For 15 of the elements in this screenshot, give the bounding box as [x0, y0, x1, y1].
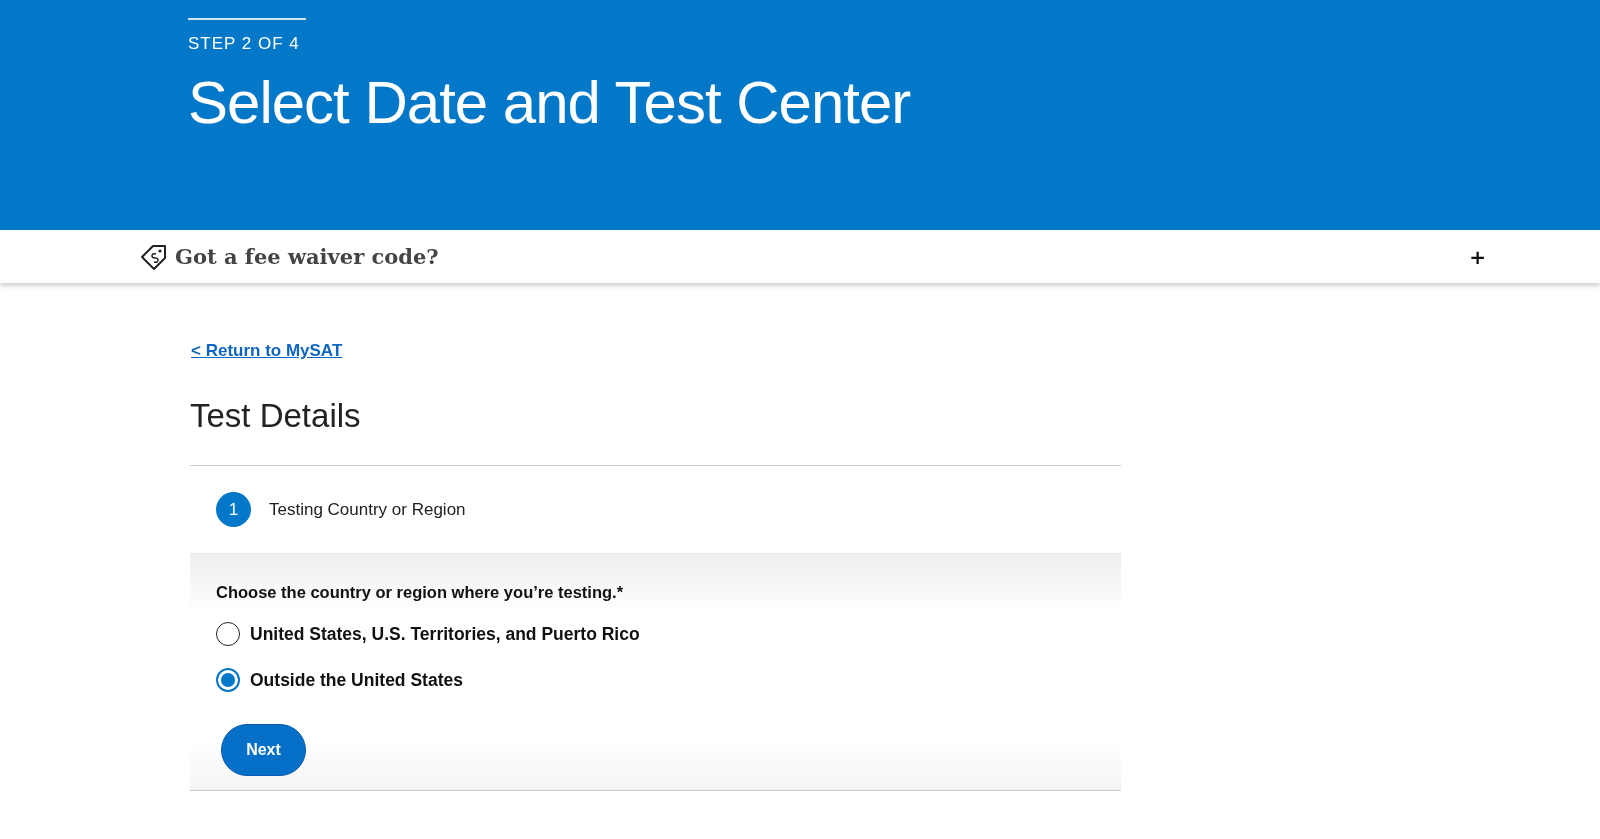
- radio-button[interactable]: [216, 668, 240, 692]
- fee-waiver-label: Got a fee waiver code?: [175, 244, 440, 269]
- section-title: Test Details: [190, 397, 362, 435]
- price-tag-icon: [140, 242, 168, 271]
- return-link[interactable]: < Return to MySAT: [191, 341, 343, 361]
- option-label[interactable]: Outside the United States: [250, 669, 463, 691]
- question-label: Choose the country or region where you’re testing.*: [216, 583, 624, 602]
- radio-button[interactable]: [216, 622, 240, 646]
- step-indicator: STEP 2 OF 4: [188, 18, 306, 54]
- step-number-badge: 1: [216, 492, 251, 527]
- option-label[interactable]: United States, U.S. Territories, and Puerto Rico: [250, 623, 640, 645]
- page-title: Select Date and Test Center: [188, 68, 911, 137]
- next-button[interactable]: Next: [221, 724, 306, 776]
- step-title: Testing Country or Region: [269, 499, 466, 520]
- expand-toggle[interactable]: +: [1465, 244, 1490, 269]
